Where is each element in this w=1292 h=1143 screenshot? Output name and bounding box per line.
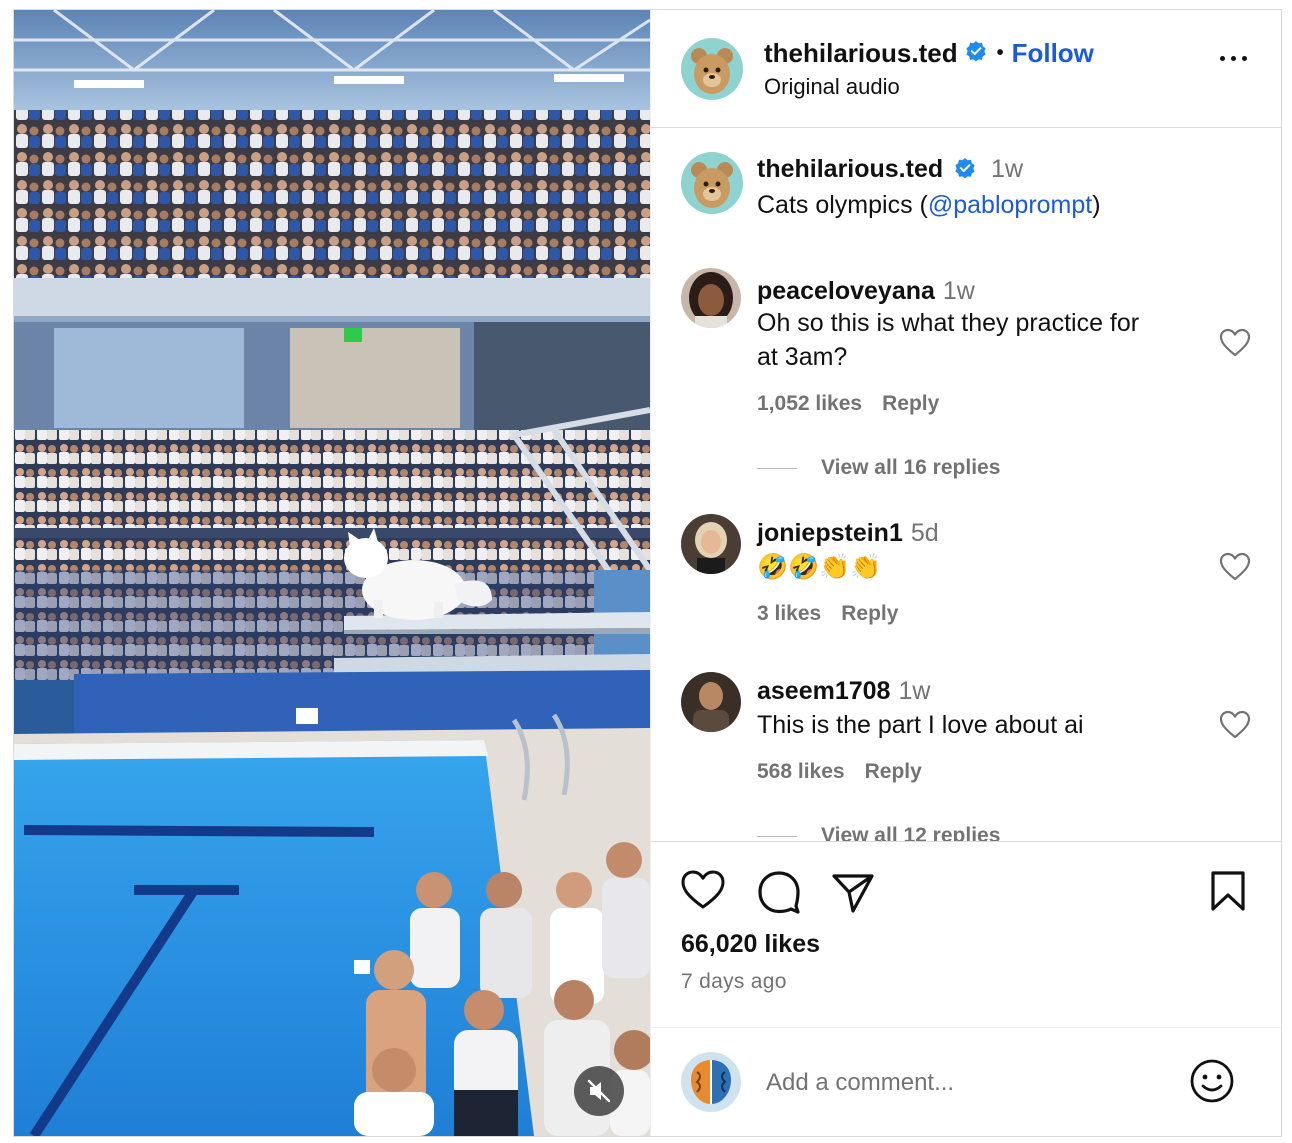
original-audio-link[interactable]: Original audio xyxy=(764,74,900,100)
author-username[interactable]: thehilarious.ted xyxy=(764,38,958,69)
heart-icon[interactable] xyxy=(681,870,725,915)
author-avatar[interactable] xyxy=(681,152,743,214)
comment-username[interactable]: joniepstein1 xyxy=(757,519,903,547)
comment-like-heart-icon[interactable] xyxy=(1219,328,1251,358)
caption-time[interactable]: 1w xyxy=(991,155,1023,183)
comment-text: 🤣🤣👏👏 xyxy=(757,553,882,581)
comment-text: Oh so this is what they practice for at … xyxy=(757,306,1197,374)
comment-header: joniepstein1 5d xyxy=(757,518,939,548)
reply-button[interactable]: Reply xyxy=(865,760,922,783)
caption-body: Cats olympics ( xyxy=(757,191,928,219)
emoji-smile-icon[interactable] xyxy=(1189,1058,1235,1109)
post-likes-count[interactable]: 66,020 likes xyxy=(681,930,820,959)
teddy-bear-avatar-icon xyxy=(681,38,743,100)
video-frame-illustration xyxy=(14,10,650,1136)
caption-close: ) xyxy=(1092,191,1101,219)
replies-divider xyxy=(757,835,797,837)
muted-speaker-icon xyxy=(587,1079,611,1103)
comment-input[interactable] xyxy=(766,1064,1166,1102)
author-avatar[interactable] xyxy=(681,38,743,100)
user-photo-avatar-icon xyxy=(681,672,741,732)
comment-likes-count[interactable]: 1,052 likes xyxy=(757,392,862,415)
comment-text: This is the part I love about ai xyxy=(757,711,1084,739)
comment-username[interactable]: peaceloveyana xyxy=(757,277,935,305)
reply-button[interactable]: Reply xyxy=(841,602,898,625)
post-details-panel: thehilarious.ted • Follow Original audio xyxy=(650,10,1281,1136)
post-modal: thehilarious.ted • Follow Original audio xyxy=(13,9,1282,1137)
comment-bubble-icon[interactable] xyxy=(757,870,801,919)
comment-likes-count[interactable]: 3 likes xyxy=(757,602,821,625)
comment-meta: 3 likes Reply xyxy=(757,602,918,626)
view-replies-button[interactable]: View all 16 replies xyxy=(757,456,1000,480)
comment-meta: 568 likes Reply xyxy=(757,760,942,784)
comment-time[interactable]: 1w xyxy=(898,677,930,705)
replies-divider xyxy=(757,467,797,469)
add-comment-bar xyxy=(651,1027,1281,1136)
commenter-avatar[interactable] xyxy=(681,672,741,732)
verified-badge-icon xyxy=(954,156,976,186)
view-replies-label: View all 12 replies xyxy=(821,824,1001,841)
comment-time[interactable]: 5d xyxy=(911,519,939,547)
caption-username[interactable]: thehilarious.ted xyxy=(757,155,943,183)
commenter-avatar[interactable] xyxy=(681,514,741,574)
post-video[interactable] xyxy=(14,10,650,1136)
post-header: thehilarious.ted • Follow Original audio xyxy=(651,10,1281,128)
commenter-avatar[interactable] xyxy=(681,268,741,328)
comment-text-line: at 3am? xyxy=(757,343,848,371)
comment-header: peaceloveyana 1w xyxy=(757,276,975,306)
share-paper-plane-icon[interactable] xyxy=(831,872,875,919)
user-photo-avatar-icon xyxy=(681,514,741,574)
comment-like-heart-icon[interactable] xyxy=(1219,710,1251,740)
follow-button[interactable]: Follow xyxy=(1012,38,1094,69)
bookmark-icon[interactable] xyxy=(1209,870,1247,917)
post-actions: 66,020 likes 7 days ago xyxy=(651,841,1281,1027)
verified-badge-icon xyxy=(965,38,987,69)
mention-link[interactable]: @pabloprompt xyxy=(928,191,1092,219)
comment-time[interactable]: 1w xyxy=(943,277,975,305)
comment-like-heart-icon[interactable] xyxy=(1219,552,1251,582)
comments-list[interactable]: thehilarious.ted 1w Cats olympics (@pabl… xyxy=(651,128,1281,841)
comment-text-line: Oh so this is what they practice for xyxy=(757,309,1140,337)
view-replies-button[interactable]: View all 12 replies xyxy=(757,824,1000,841)
comment-meta: 1,052 likes Reply xyxy=(757,392,959,416)
comment-username[interactable]: aseem1708 xyxy=(757,677,890,705)
caption-header: thehilarious.ted 1w xyxy=(757,154,1023,186)
post-timestamp[interactable]: 7 days ago xyxy=(681,970,787,994)
user-photo-avatar-icon xyxy=(681,268,741,328)
author-row: thehilarious.ted • Follow xyxy=(764,38,1094,69)
mute-toggle-button[interactable] xyxy=(574,1066,624,1116)
more-options-icon[interactable] xyxy=(1220,56,1247,61)
brain-avatar-icon xyxy=(681,1052,741,1112)
current-user-avatar xyxy=(681,1052,741,1112)
teddy-bear-avatar-icon xyxy=(681,152,743,214)
view-replies-label: View all 16 replies xyxy=(821,456,1001,479)
reply-button[interactable]: Reply xyxy=(882,392,939,415)
separator-dot: • xyxy=(996,42,1004,64)
caption-text: Cats olympics (@pabloprompt) xyxy=(757,188,1197,222)
comment-likes-count[interactable]: 568 likes xyxy=(757,760,845,783)
comment-header: aseem1708 1w xyxy=(757,676,930,706)
